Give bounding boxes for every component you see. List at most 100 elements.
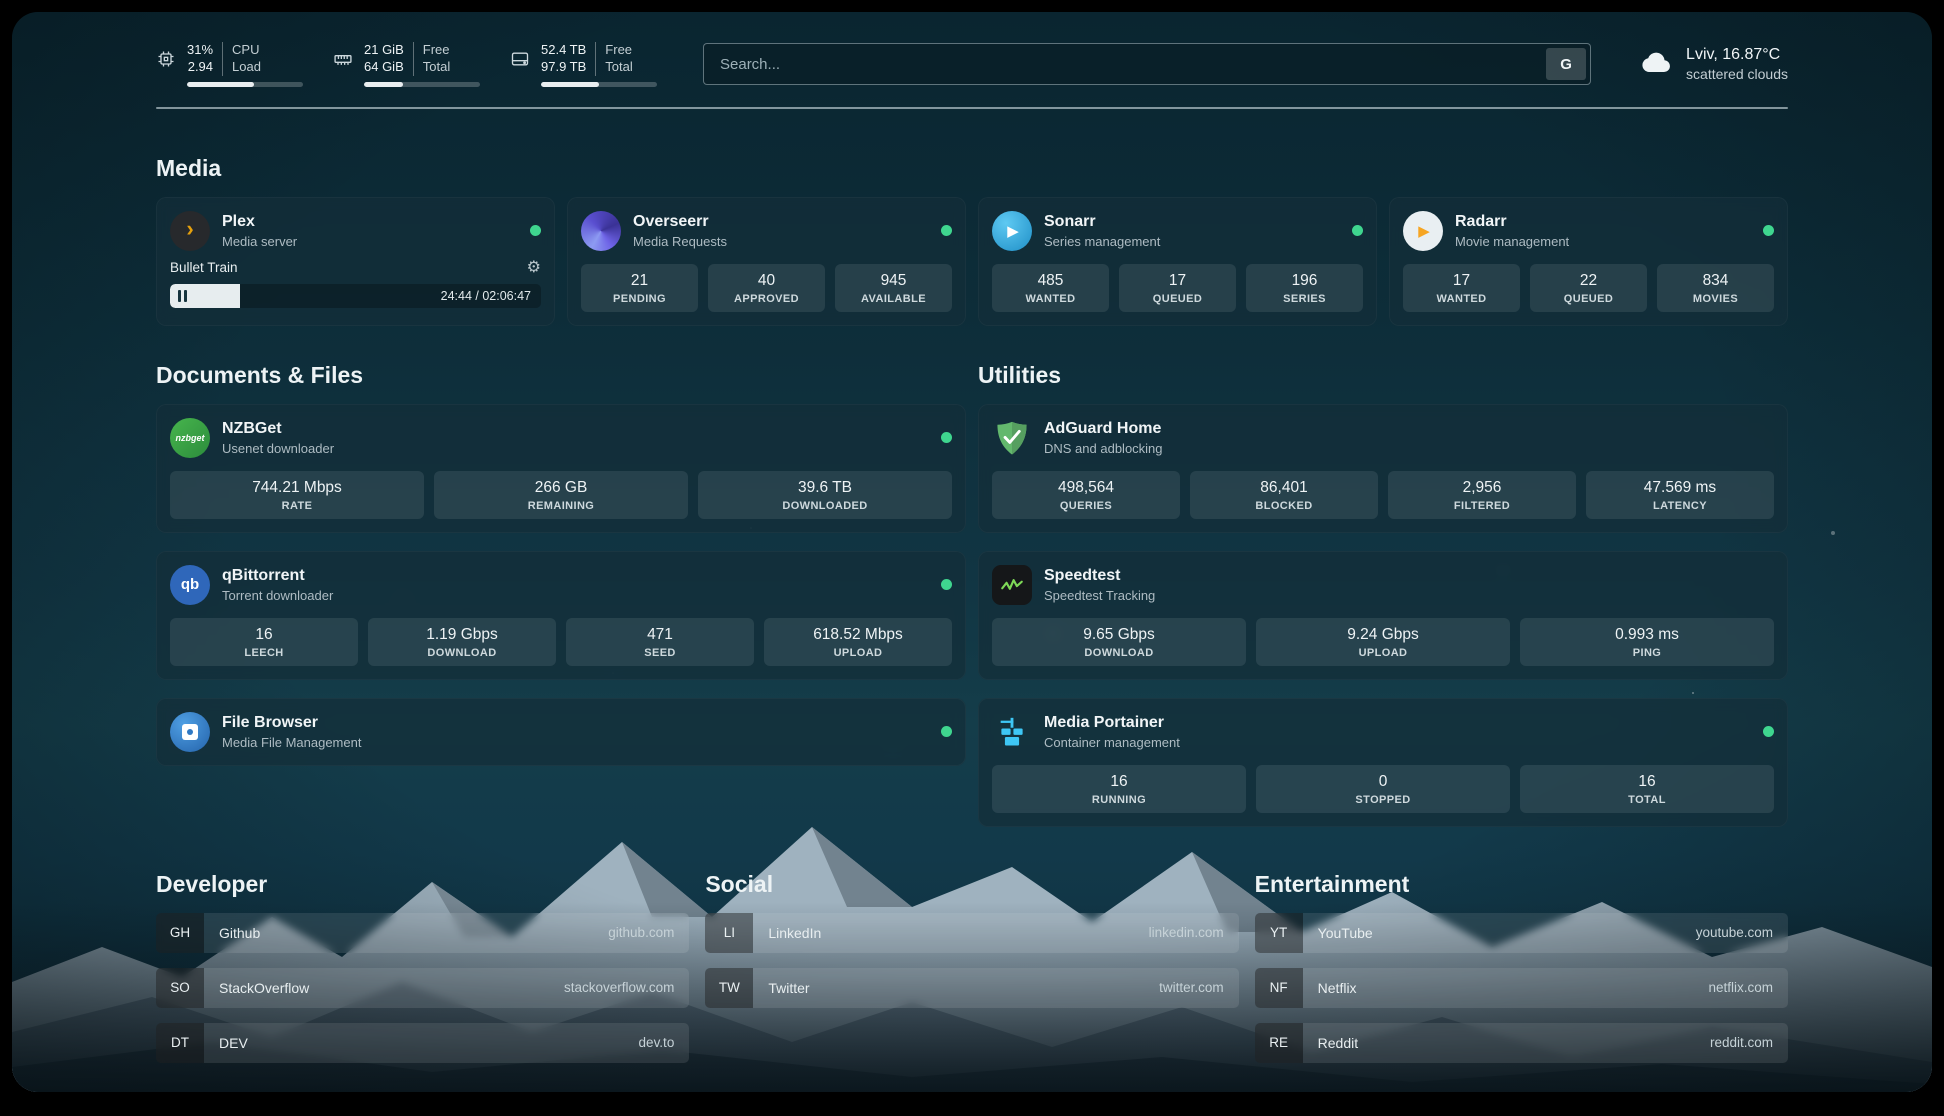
section-title-media: Media <box>156 155 1788 182</box>
settings-gear-icon[interactable]: ⚙ <box>527 260 541 276</box>
search-bar: G <box>703 43 1591 85</box>
service-card-speedtest[interactable]: Speedtest Speedtest Tracking 9.65 Gbps D… <box>978 551 1788 680</box>
disk-label: Free <box>605 42 632 59</box>
stat-box: 16 TOTAL <box>1520 765 1774 813</box>
bookmark-abbr: GH <box>156 913 204 953</box>
qbittorrent-icon: qb <box>170 565 210 605</box>
bookmark-reddit[interactable]: RE Reddit reddit.com <box>1255 1023 1788 1063</box>
memory-label: Free <box>423 42 450 59</box>
service-title: Plex <box>222 213 518 231</box>
filebrowser-icon <box>170 712 210 752</box>
bookmark-netflix[interactable]: NF Netflix netflix.com <box>1255 968 1788 1008</box>
memory-progressbar <box>364 82 480 87</box>
status-dot <box>530 225 541 236</box>
bookmark-name: LinkedIn <box>753 925 1148 941</box>
playback-progressbar[interactable]: 24:44 / 02:06:47 <box>170 284 541 308</box>
stat-box: 9.24 Gbps UPLOAD <box>1256 618 1510 666</box>
memory-free-value: 21 GiB <box>364 42 404 59</box>
bookmark-abbr: TW <box>705 968 753 1008</box>
cloud-icon <box>1637 49 1673 80</box>
section-title-documents: Documents & Files <box>156 362 966 389</box>
cpu-label: CPU <box>232 42 261 59</box>
bookmark-abbr: LI <box>705 913 753 953</box>
bookmark-dev[interactable]: DT DEV dev.to <box>156 1023 689 1063</box>
portainer-icon <box>992 712 1032 752</box>
stat-box: 40 APPROVED <box>708 264 825 312</box>
service-card-plex[interactable]: › Plex Media server Bullet Train ⚙ <box>156 197 555 326</box>
service-title: File Browser <box>222 714 929 732</box>
search-provider-button[interactable]: G <box>1546 48 1586 80</box>
stat-box: 17 WANTED <box>1403 264 1520 312</box>
stat-box: 47.569 ms LATENCY <box>1586 471 1774 519</box>
status-dot <box>1763 726 1774 737</box>
service-subtitle: Container management <box>1044 735 1751 750</box>
cpu-label-2: Load <box>232 59 261 76</box>
cpu-widget: 31% 2.94 CPU Load <box>156 42 303 87</box>
service-card-adguard[interactable]: AdGuard Home DNS and adblocking 498,564 … <box>978 404 1788 533</box>
sonarr-icon: ▶ <box>992 211 1032 251</box>
stat-box: 744.21 Mbps RATE <box>170 471 424 519</box>
bookmark-url: youtube.com <box>1696 925 1788 940</box>
bookmark-abbr: RE <box>1255 1023 1303 1063</box>
service-card-sonarr[interactable]: ▶ Sonarr Series management 485 WANTED <box>978 197 1377 326</box>
section-title-social: Social <box>705 871 1238 898</box>
radarr-icon: ▶ <box>1403 211 1443 251</box>
section-media: Media › Plex Media server <box>156 155 1788 326</box>
disk-free-value: 52.4 TB <box>541 42 586 59</box>
stat-box: 834 MOVIES <box>1657 264 1774 312</box>
bookmark-abbr: YT <box>1255 913 1303 953</box>
stat-box: 196 SERIES <box>1246 264 1363 312</box>
status-dot <box>941 726 952 737</box>
stat-box: 2,956 FILTERED <box>1388 471 1576 519</box>
bookmark-name: YouTube <box>1303 925 1696 941</box>
service-card-nzbget[interactable]: nzbget NZBGet Usenet downloader 744.21 M… <box>156 404 966 533</box>
service-card-filebrowser[interactable]: File Browser Media File Management <box>156 698 966 766</box>
stat-box: 485 WANTED <box>992 264 1109 312</box>
service-title: Radarr <box>1455 213 1751 231</box>
service-subtitle: Series management <box>1044 234 1340 249</box>
bookmark-name: StackOverflow <box>204 980 564 996</box>
service-title: Speedtest <box>1044 567 1774 585</box>
status-dot <box>1763 225 1774 236</box>
section-title-developer: Developer <box>156 871 689 898</box>
service-title: qBittorrent <box>222 567 929 585</box>
system-metrics: 31% 2.94 CPU Load <box>156 42 657 87</box>
service-card-radarr[interactable]: ▶ Radarr Movie management 17 WANTED <box>1389 197 1788 326</box>
pause-icon[interactable] <box>178 290 187 302</box>
service-card-portainer[interactable]: Media Portainer Container management 16 … <box>978 698 1788 827</box>
service-card-qbittorrent[interactable]: qb qBittorrent Torrent downloader 16 <box>156 551 966 680</box>
bookmark-name: Reddit <box>1303 1035 1710 1051</box>
weather-location: Lviv, 16.87°C <box>1686 46 1788 64</box>
disk-progressbar <box>541 82 657 87</box>
bookmark-github[interactable]: GH Github github.com <box>156 913 689 953</box>
service-subtitle: DNS and adblocking <box>1044 441 1774 456</box>
service-subtitle: Speedtest Tracking <box>1044 588 1774 603</box>
service-title: AdGuard Home <box>1044 420 1774 438</box>
section-documents: Documents & Files nzbget NZBGet Usenet d… <box>156 362 966 827</box>
cpu-value: 31% <box>187 42 213 59</box>
bookmark-group-developer: Developer GH Github github.com SO StackO… <box>156 871 689 1078</box>
bookmark-name: Netflix <box>1303 980 1709 996</box>
search-input[interactable] <box>703 43 1591 85</box>
stat-box: 16 RUNNING <box>992 765 1246 813</box>
memory-total-value: 64 GiB <box>364 59 404 76</box>
bookmark-youtube[interactable]: YT YouTube youtube.com <box>1255 913 1788 953</box>
stat-box: 0.993 ms PING <box>1520 618 1774 666</box>
bookmark-name: Twitter <box>753 980 1159 996</box>
stat-box: 9.65 Gbps DOWNLOAD <box>992 618 1246 666</box>
memory-label-2: Total <box>423 59 450 76</box>
bookmark-url: linkedin.com <box>1149 925 1239 940</box>
bookmark-stackoverflow[interactable]: SO StackOverflow stackoverflow.com <box>156 968 689 1008</box>
stat-box: 945 AVAILABLE <box>835 264 952 312</box>
bookmark-linkedin[interactable]: LI LinkedIn linkedin.com <box>705 913 1238 953</box>
service-card-overseerr[interactable]: Overseerr Media Requests 21 PENDING 40 A… <box>567 197 966 326</box>
bookmark-twitter[interactable]: TW Twitter twitter.com <box>705 968 1238 1008</box>
bookmark-abbr: NF <box>1255 968 1303 1008</box>
service-subtitle: Media Requests <box>633 234 929 249</box>
now-playing-title: Bullet Train <box>170 260 238 275</box>
section-title-entertainment: Entertainment <box>1255 871 1788 898</box>
service-subtitle: Usenet downloader <box>222 441 929 456</box>
stat-box: 86,401 BLOCKED <box>1190 471 1378 519</box>
stat-box: 618.52 Mbps UPLOAD <box>764 618 952 666</box>
cpu-sub-value: 2.94 <box>188 59 213 76</box>
